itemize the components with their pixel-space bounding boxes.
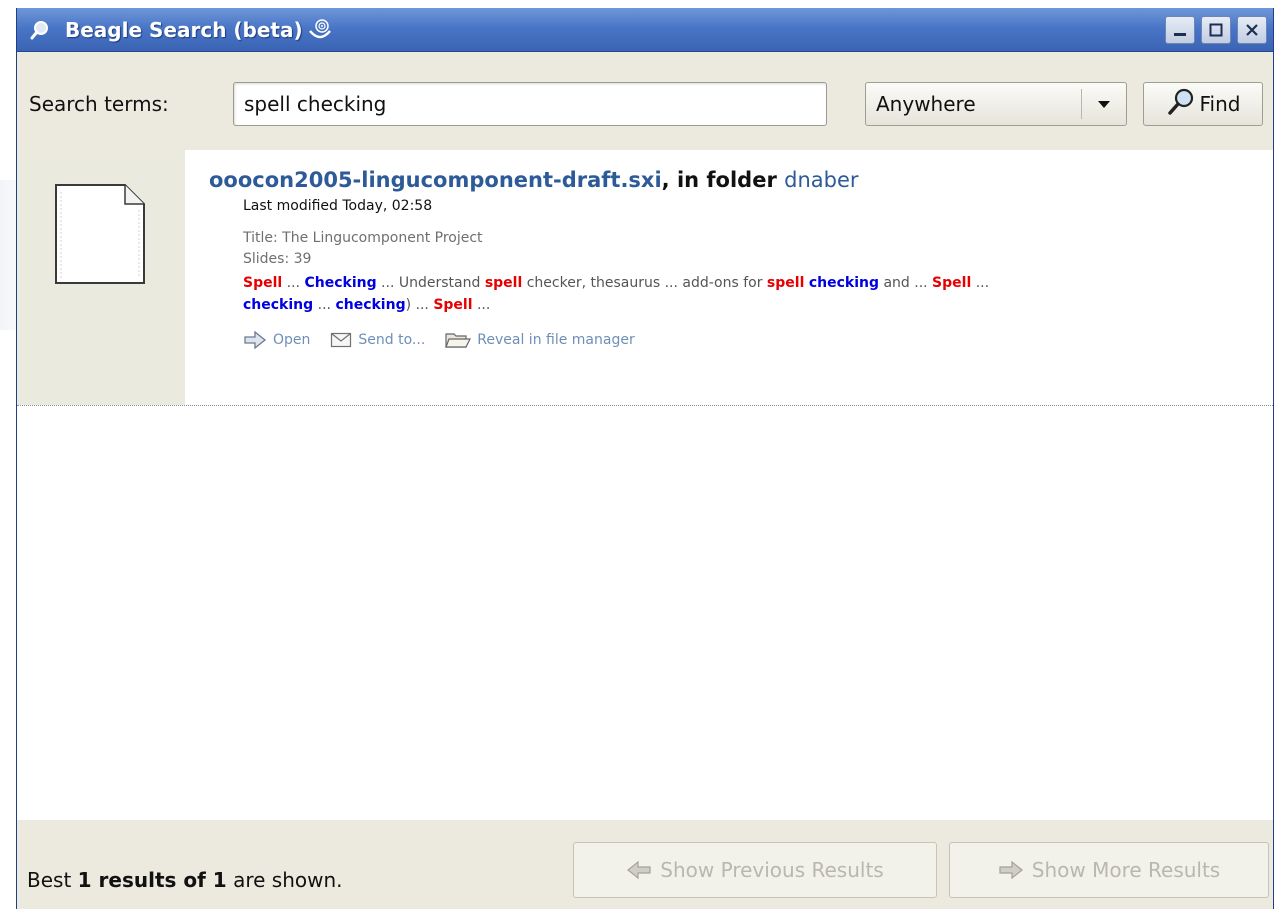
snippet-text: ) ... — [405, 297, 434, 313]
doc-title-line: Title: The Lingucomponent Project — [243, 230, 483, 246]
snippet-match: Spell — [243, 275, 283, 291]
result-snippet: Spell ... Checking ... Understand spell … — [243, 272, 1203, 316]
result-title: ooocon2005-lingucomponent-draft.sxi, in … — [209, 168, 1233, 192]
open-action[interactable]: Open — [243, 331, 310, 349]
maximize-icon — [1209, 23, 1223, 37]
slides-count-line: Slides: 39 — [243, 251, 312, 267]
result-folder-link[interactable]: dnaber — [784, 168, 858, 192]
result-filename-link[interactable]: ooocon2005-lingucomponent-draft.sxi — [209, 168, 662, 192]
window-title: Beagle Search (beta) — [65, 17, 303, 42]
results-count-value: 1 results of 1 — [77, 868, 227, 892]
minimize-button[interactable] — [1165, 16, 1195, 44]
search-input[interactable] — [233, 82, 827, 126]
arrow-left-icon — [627, 860, 651, 880]
snippet-text: ... — [313, 297, 336, 313]
show-previous-results-label: Show Previous Results — [660, 858, 884, 882]
result-body: ooocon2005-lingucomponent-draft.sxi, in … — [209, 168, 1233, 350]
snippet-match: spell — [484, 275, 523, 291]
snippet-text: and ... — [879, 275, 933, 291]
snippet-text: checker, thesaurus ... add-ons for — [522, 275, 767, 291]
send-to-action[interactable]: Send to... — [330, 332, 425, 348]
reveal-action-label: Reveal in file manager — [477, 332, 635, 348]
scope-dropdown[interactable]: Anywhere — [865, 82, 1127, 126]
results-count: Best 1 results of 1 are shown. — [27, 868, 343, 892]
snippet-text: ... — [472, 297, 491, 313]
result-thumbnail-column — [17, 150, 185, 405]
results-count-prefix: Best — [27, 868, 78, 892]
maximize-button[interactable] — [1201, 16, 1231, 44]
snippet-text: ... Understand — [376, 275, 485, 291]
chevron-down-icon — [1082, 99, 1126, 109]
snippet-match: spell — [766, 275, 805, 291]
close-icon — [1246, 24, 1258, 36]
snippet-text: ... — [971, 275, 990, 291]
snippet-match: Checking — [304, 275, 377, 291]
snippet-match: Spell — [433, 297, 473, 313]
minimize-icon — [1174, 33, 1186, 36]
envelope-icon — [331, 332, 352, 348]
result-actions: Open Send to... Reveal in file manager — [243, 330, 1233, 350]
search-terms-label: Search terms: — [29, 92, 169, 116]
find-button[interactable]: Find — [1143, 82, 1263, 126]
show-previous-results-button[interactable]: Show Previous Results — [573, 842, 937, 898]
beagle-search-window: Beagle Search (beta) Search terms: spell… — [16, 8, 1274, 909]
window-controls — [1165, 16, 1267, 44]
show-more-results-button[interactable]: Show More Results — [949, 842, 1269, 898]
title-bar[interactable]: Beagle Search (beta) — [17, 8, 1273, 52]
find-button-label: Find — [1199, 92, 1241, 116]
document-icon — [53, 182, 147, 286]
magnifier-icon — [29, 19, 51, 41]
send-to-action-label: Send to... — [358, 332, 426, 348]
status-bar: Best 1 results of 1 are shown. Show Prev… — [17, 820, 1273, 909]
search-bar: Search terms: Anywhere Find — [17, 52, 1273, 150]
gnome-swirl-icon — [307, 17, 333, 43]
results-count-suffix: are shown. — [226, 868, 343, 892]
arrow-right-icon — [244, 331, 267, 349]
show-more-results-label: Show More Results — [1031, 858, 1221, 882]
find-magnifier-icon — [1166, 87, 1196, 121]
arrow-right-icon — [999, 860, 1023, 880]
snippet-match: checking — [808, 275, 879, 291]
snippet-match: Spell — [932, 275, 972, 291]
in-folder-text: , in folder — [661, 168, 785, 192]
open-action-label: Open — [273, 332, 311, 348]
scope-selected-value: Anywhere — [876, 92, 976, 116]
reveal-action[interactable]: Reveal in file manager — [445, 330, 635, 350]
result-metadata: Title: The Lingucomponent Project Slides… — [243, 228, 1233, 270]
snippet-match: checking — [243, 297, 314, 313]
snippet-match: checking — [335, 297, 406, 313]
result-item[interactable]: ooocon2005-lingucomponent-draft.sxi, in … — [17, 150, 1273, 406]
snippet-text: ... — [282, 275, 305, 291]
results-list: ooocon2005-lingucomponent-draft.sxi, in … — [17, 150, 1273, 820]
folder-open-icon — [445, 333, 472, 348]
last-modified: Last modified Today, 02:58 — [243, 198, 433, 214]
close-button[interactable] — [1237, 16, 1267, 44]
